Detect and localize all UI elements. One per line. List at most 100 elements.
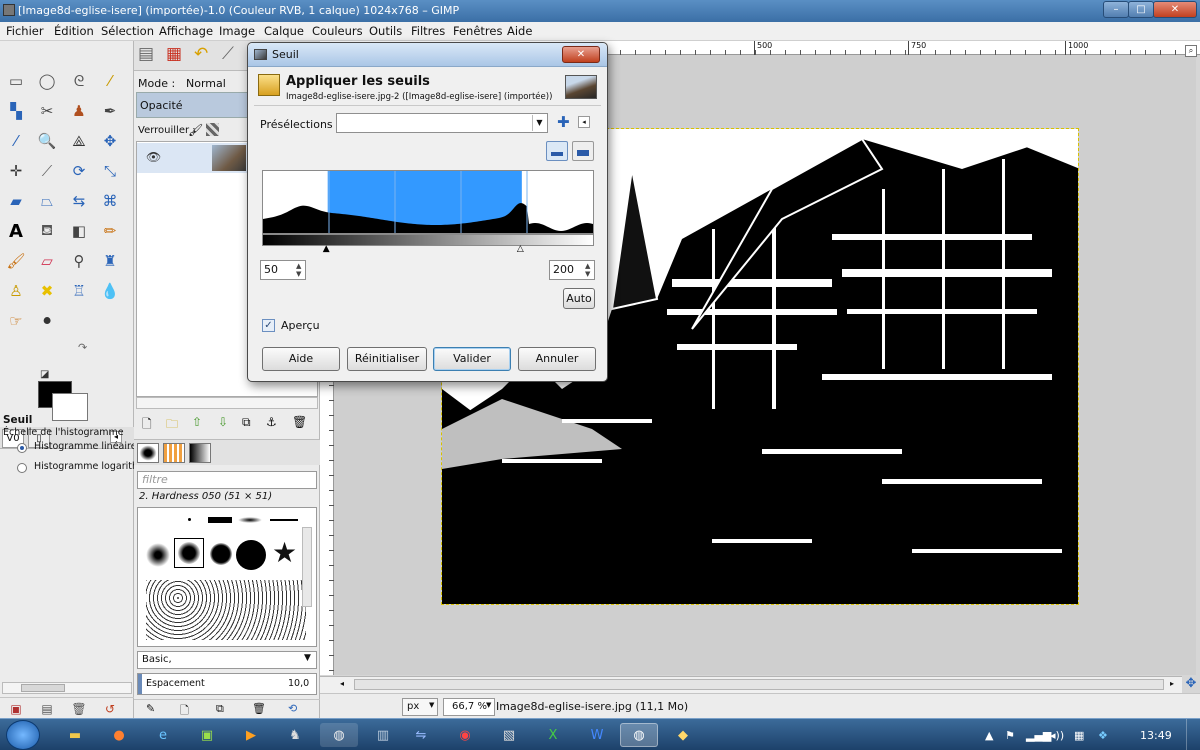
color-picker-icon[interactable]: ⁄: [5, 130, 27, 152]
preset-menu-icon[interactable]: ◂: [578, 116, 590, 128]
dialog-close-button[interactable]: ✕: [562, 46, 600, 63]
tray-app-icon[interactable]: ▦: [1074, 729, 1084, 742]
taskbar-app11-icon[interactable]: ▧: [490, 723, 528, 747]
threshold-histogram[interactable]: [262, 170, 594, 234]
cage-icon[interactable]: ⌘: [99, 190, 121, 212]
taskbar-app4-icon[interactable]: ▣: [188, 723, 226, 747]
navigate-icon[interactable]: ✥: [1182, 676, 1200, 693]
clone-icon[interactable]: ♙: [5, 280, 27, 302]
brushes-tab-icon[interactable]: [137, 443, 159, 463]
show-desktop-button[interactable]: [1186, 719, 1200, 750]
tray-flag-icon[interactable]: ⚑: [1005, 729, 1015, 742]
refresh-brushes-icon[interactable]: ⟲: [288, 702, 297, 715]
blur-icon[interactable]: 💧: [99, 280, 121, 302]
chevron-down-icon[interactable]: ▼: [532, 115, 546, 131]
perspective-clone-icon[interactable]: ♖: [68, 280, 90, 302]
zoom-icon[interactable]: 🔍: [36, 130, 58, 152]
zoom-follow-icon[interactable]: ⌕: [1185, 45, 1197, 57]
swap-colors-icon[interactable]: ↷: [78, 341, 87, 354]
radio-linear[interactable]: [17, 443, 27, 453]
tray-dropbox-icon[interactable]: ❖: [1098, 729, 1108, 742]
brush-grid[interactable]: ★: [137, 507, 317, 647]
menu-fichier[interactable]: Fichier: [6, 24, 44, 38]
paintbrush-icon[interactable]: 🖌: [5, 250, 27, 272]
canvas-hscrollbar[interactable]: ◂ ▸: [320, 676, 1182, 693]
new-group-icon[interactable]: 🗀: [166, 415, 178, 436]
log-histogram-button[interactable]: [572, 141, 594, 161]
tray-network-icon[interactable]: ▂▄▆: [1026, 729, 1051, 742]
pencil-icon[interactable]: ✏: [99, 220, 121, 242]
menu-filtres[interactable]: Filtres: [411, 24, 445, 38]
edit-brush-icon[interactable]: ✎: [146, 702, 155, 715]
lock-pixels-icon[interactable]: 🖌: [188, 123, 203, 137]
maximize-button[interactable]: □: [1128, 1, 1154, 18]
gradients-tab-icon[interactable]: [189, 443, 211, 463]
scissors-icon[interactable]: ✂: [36, 100, 58, 122]
taskbar-gimp-old-icon[interactable]: ◍: [320, 723, 358, 747]
taskbar-gimp-icon[interactable]: ◍: [620, 723, 658, 747]
reset-options-icon[interactable]: ↺: [99, 698, 121, 720]
taskbar-ie-icon[interactable]: e: [144, 723, 182, 747]
blend-icon[interactable]: ◧: [68, 220, 90, 242]
patterns-tab-icon[interactable]: [163, 443, 185, 463]
add-preset-icon[interactable]: ✚: [557, 113, 570, 131]
tray-arrow-icon[interactable]: ▲: [985, 729, 993, 742]
delete-options-icon[interactable]: 🗑: [68, 698, 90, 720]
tray-volume-icon[interactable]: ◂)): [1050, 729, 1064, 742]
duplicate-brush-icon[interactable]: ⧉: [216, 702, 224, 716]
scroll-left-icon[interactable]: ◂: [340, 679, 344, 688]
canvas-scroll-thumb[interactable]: [354, 679, 1164, 690]
menu-edition[interactable]: Édition: [54, 24, 94, 38]
taskbar-app6-icon[interactable]: ♞: [276, 723, 314, 747]
ellipse-select-icon[interactable]: ◯: [36, 70, 58, 92]
rotate-icon[interactable]: ⟳: [68, 160, 90, 182]
close-button[interactable]: ✕: [1153, 1, 1197, 18]
duplicate-layer-icon[interactable]: ⧉: [242, 415, 251, 430]
presets-combo[interactable]: [336, 113, 548, 133]
taskbar-app15-icon[interactable]: ◆: [664, 723, 702, 747]
minimize-button[interactable]: –: [1103, 1, 1129, 18]
taskbar-excel-icon[interactable]: X: [534, 723, 572, 747]
mode-value[interactable]: Normal: [186, 77, 226, 90]
menu-selection[interactable]: Sélection: [101, 24, 154, 38]
toolbox-hscrollbar[interactable]: [2, 682, 132, 694]
menu-affichage[interactable]: Affichage: [159, 24, 213, 38]
background-color-swatch[interactable]: [52, 393, 88, 421]
lower-layer-icon[interactable]: ⇩: [218, 415, 228, 429]
smudge-icon[interactable]: ☞: [5, 310, 27, 332]
free-select-icon[interactable]: ᘓ: [68, 70, 90, 92]
low-spin-arrows[interactable]: ▲ ▼: [296, 262, 301, 278]
taskbar-app8-icon[interactable]: ▥: [364, 723, 402, 747]
menu-aide[interactable]: Aide: [507, 24, 532, 38]
taskbar-chrome-icon[interactable]: ◉: [446, 723, 484, 747]
foreground-select-icon[interactable]: ♟: [68, 100, 90, 122]
spacing-slider[interactable]: Espacement 10,0: [137, 673, 317, 695]
ink-icon[interactable]: ♜: [99, 250, 121, 272]
save-options-icon[interactable]: ▣: [5, 698, 27, 720]
menu-fenetres[interactable]: Fenêtres: [453, 24, 502, 38]
rect-select-icon[interactable]: ▭: [5, 70, 27, 92]
raise-layer-icon[interactable]: ⇧: [192, 415, 202, 429]
paths-tab-icon[interactable]: ⟋: [222, 44, 246, 68]
shear-icon[interactable]: ▰: [5, 190, 27, 212]
cancel-button[interactable]: Annuler: [518, 347, 596, 371]
heal-icon[interactable]: ✖: [36, 280, 58, 302]
brush-filter-input[interactable]: filtre: [137, 471, 317, 489]
fuzzy-select-icon[interactable]: ⁄: [99, 70, 121, 92]
menu-couleurs[interactable]: Couleurs: [312, 24, 363, 38]
crop-icon[interactable]: ⟋: [36, 160, 58, 182]
linear-histogram-button[interactable]: [546, 141, 568, 161]
perspective-icon[interactable]: ⏢: [36, 190, 58, 212]
lock-alpha-icon[interactable]: [206, 123, 219, 136]
taskbar-explorer-icon[interactable]: ▬: [56, 723, 94, 747]
auto-button[interactable]: Auto: [563, 288, 595, 309]
low-threshold-marker[interactable]: ▲: [323, 244, 330, 254]
taskbar-firefox-icon[interactable]: ●: [100, 723, 138, 747]
text-tool-icon[interactable]: A: [5, 220, 27, 242]
delete-layer-icon[interactable]: 🗑: [292, 415, 307, 429]
bucket-fill-icon[interactable]: ⛾: [36, 220, 58, 242]
start-button[interactable]: [6, 720, 40, 750]
preview-checkbox[interactable]: ✓: [262, 319, 275, 332]
taskbar-media-icon[interactable]: ▶: [232, 723, 270, 747]
high-spin-arrows[interactable]: ▲ ▼: [585, 262, 590, 278]
